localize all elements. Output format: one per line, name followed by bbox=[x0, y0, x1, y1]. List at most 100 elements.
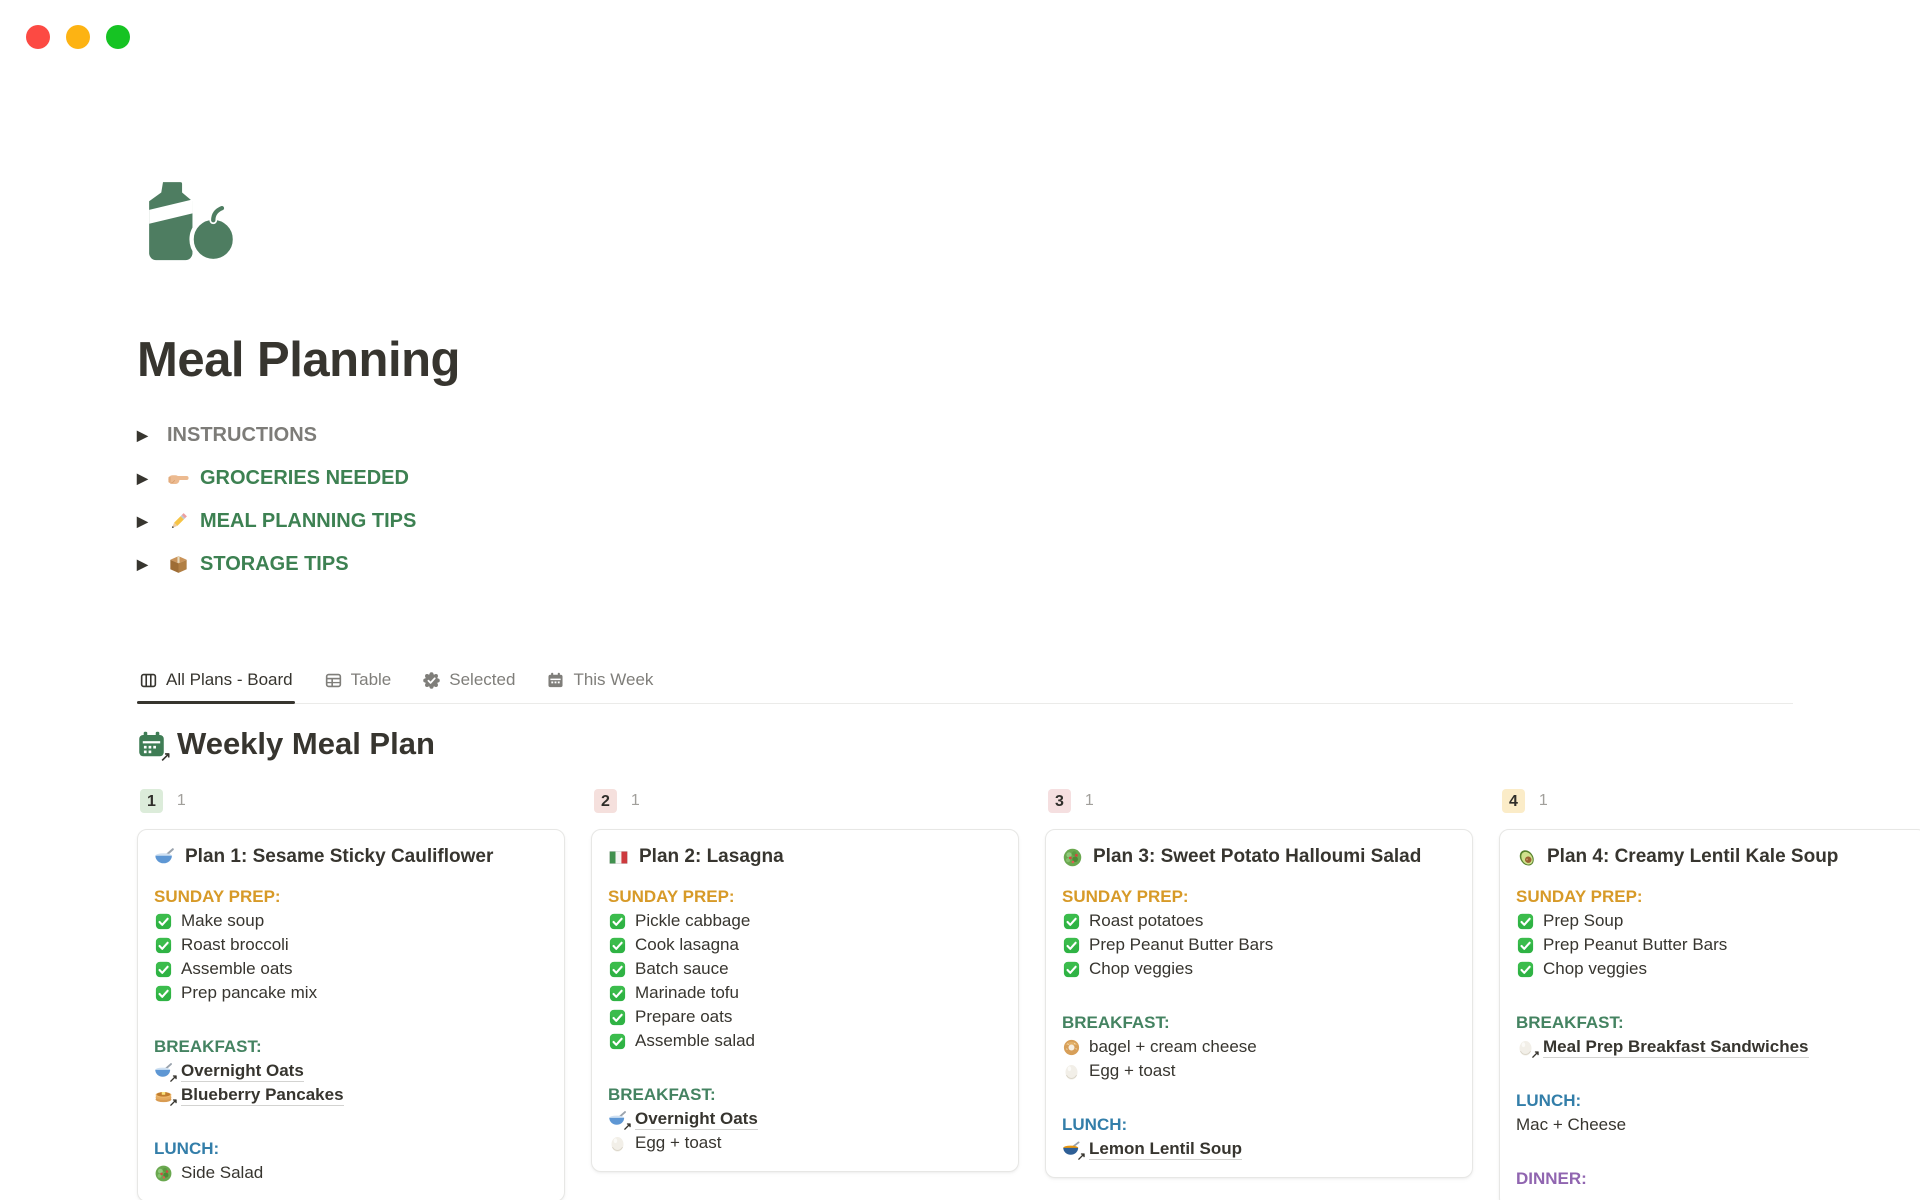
page-link-arrow-icon: ↗ bbox=[1077, 1152, 1086, 1163]
zoom-window-button[interactable] bbox=[106, 25, 130, 49]
card-title: Plan 2: Lasagna bbox=[639, 843, 784, 871]
toggle-storage-tips[interactable]: ▶STORAGE TIPS bbox=[137, 543, 1920, 586]
card-section-sunday-prep: SUNDAY PREP:Roast potatoesPrep Peanut Bu… bbox=[1062, 885, 1456, 981]
package-box-icon bbox=[167, 553, 190, 576]
kanban-board: 1 1 Plan 1: Sesame Sticky Cauliflower SUNDA… bbox=[137, 788, 1920, 1200]
bowl-spoon-icon bbox=[154, 847, 175, 868]
board-title-row[interactable]: ↗ Weekly Meal Plan bbox=[137, 726, 1920, 762]
toggle-triangle-icon[interactable]: ▶ bbox=[137, 427, 167, 444]
page-link-text[interactable]: Blueberry Pancakes bbox=[181, 1084, 344, 1106]
page-title: Meal Planning bbox=[137, 332, 1920, 388]
item-text: Chop veggies bbox=[1543, 959, 1647, 979]
column-badge[interactable]: 3 bbox=[1048, 789, 1071, 813]
pointing-hand-icon bbox=[167, 467, 190, 490]
minimize-window-button[interactable] bbox=[66, 25, 90, 49]
item-text: Prep pancake mix bbox=[181, 983, 317, 1003]
tab-label: Selected bbox=[449, 670, 515, 690]
section-label: BREAKFAST: bbox=[1062, 1011, 1456, 1035]
card-item: Prep Soup bbox=[1516, 909, 1910, 933]
close-window-button[interactable] bbox=[26, 25, 50, 49]
card-section-dinner: DINNER: bbox=[1516, 1167, 1910, 1191]
board-title: Weekly Meal Plan bbox=[177, 726, 435, 762]
column-count: 1 bbox=[1085, 792, 1094, 810]
tab-all-plans-board[interactable]: All Plans - Board bbox=[137, 664, 295, 703]
pencil-icon bbox=[167, 510, 190, 533]
item-text: Side Salad bbox=[181, 1163, 263, 1183]
page-link-text[interactable]: Meal Prep Breakfast Sandwiches bbox=[1543, 1036, 1809, 1058]
column-badge[interactable]: 4 bbox=[1502, 789, 1525, 813]
column-badge[interactable]: 2 bbox=[594, 789, 617, 813]
toggle-instructions[interactable]: ▶INSTRUCTIONS bbox=[137, 414, 1920, 457]
section-label: SUNDAY PREP: bbox=[1062, 885, 1456, 909]
check-icon bbox=[154, 960, 173, 979]
green-salad-icon bbox=[154, 1164, 173, 1183]
tab-table[interactable]: Table bbox=[322, 664, 394, 703]
check-icon bbox=[154, 984, 173, 1003]
check-icon bbox=[1516, 960, 1535, 979]
toggle-triangle-icon[interactable]: ▶ bbox=[137, 470, 167, 487]
check-icon bbox=[1516, 912, 1535, 931]
calendar-icon bbox=[546, 671, 565, 690]
card-title: Plan 4: Creamy Lentil Kale Soup bbox=[1547, 843, 1838, 871]
tab-label: Table bbox=[351, 670, 392, 690]
card-section-sunday-prep: SUNDAY PREP:Make soupRoast broccoliAssem… bbox=[154, 885, 548, 1005]
item-text: Roast broccoli bbox=[181, 935, 289, 955]
card-section-breakfast: BREAKFAST:↗Overnight Oats↗Blueberry Panc… bbox=[154, 1035, 548, 1107]
egg-icon: ↗ bbox=[1516, 1038, 1535, 1057]
italy-flag-icon bbox=[608, 847, 629, 868]
toggle-label: INSTRUCTIONS bbox=[167, 424, 317, 447]
card-item: Mac + Cheese bbox=[1516, 1113, 1910, 1137]
check-icon bbox=[608, 1008, 627, 1027]
check-icon bbox=[154, 936, 173, 955]
tab-label: All Plans - Board bbox=[166, 670, 293, 690]
grocery-jug-apple-icon[interactable] bbox=[137, 176, 241, 268]
card-item-link: ↗Blueberry Pancakes bbox=[154, 1083, 548, 1107]
bowl-spoon-icon: ↗ bbox=[154, 1062, 173, 1081]
card-item: Prep Peanut Butter Bars bbox=[1516, 933, 1910, 957]
toggle-triangle-icon[interactable]: ▶ bbox=[137, 513, 167, 530]
page-link-text[interactable]: Overnight Oats bbox=[181, 1060, 304, 1082]
toggle-groceries-needed[interactable]: ▶ GROCERIES NEEDED bbox=[137, 457, 1920, 500]
card-section-sunday-prep: SUNDAY PREP:Pickle cabbageCook lasagnaBa… bbox=[608, 885, 1002, 1053]
bagel-icon bbox=[1062, 1038, 1081, 1057]
check-icon bbox=[1062, 912, 1081, 931]
column-badge[interactable]: 1 bbox=[140, 789, 163, 813]
item-text: Assemble oats bbox=[181, 959, 293, 979]
card-item: Prep Peanut Butter Bars bbox=[1062, 933, 1456, 957]
card-item: Assemble salad bbox=[608, 1029, 1002, 1053]
item-text: Chop veggies bbox=[1089, 959, 1193, 979]
page-link-text[interactable]: Lemon Lentil Soup bbox=[1089, 1138, 1242, 1160]
item-text: bagel + cream cheese bbox=[1089, 1037, 1257, 1057]
card-item-link: ↗ Overnight Oats bbox=[154, 1059, 548, 1083]
card-item: Egg + toast bbox=[608, 1131, 1002, 1155]
card-item: Roast potatoes bbox=[1062, 909, 1456, 933]
page-link-text[interactable]: Overnight Oats bbox=[635, 1108, 758, 1130]
toggle-meal-planning-tips[interactable]: ▶ MEAL PLANNING TIPS bbox=[137, 500, 1920, 543]
toggle-label: GROCERIES NEEDED bbox=[200, 467, 409, 490]
badge-check-icon bbox=[422, 671, 441, 690]
item-text: Prepare oats bbox=[635, 1007, 732, 1027]
check-icon bbox=[1516, 936, 1535, 955]
section-label: BREAKFAST: bbox=[608, 1083, 1002, 1107]
page: Meal Planning ▶INSTRUCTIONS▶GROCERIES NE… bbox=[0, 176, 1920, 1200]
toggle-triangle-icon[interactable]: ▶ bbox=[137, 556, 167, 573]
calendar-link-icon: ↗ bbox=[137, 730, 166, 759]
tab-selected[interactable]: Selected bbox=[420, 664, 517, 703]
item-text: Roast potatoes bbox=[1089, 911, 1203, 931]
card-section-sunday-prep: SUNDAY PREP:Prep SoupPrep Peanut Butter … bbox=[1516, 885, 1910, 981]
card-section-breakfast: BREAKFAST:↗Meal Prep Breakfast Sandwiche… bbox=[1516, 1011, 1910, 1059]
check-icon bbox=[154, 912, 173, 931]
toggle-label: MEAL PLANNING TIPS bbox=[200, 510, 416, 533]
view-tab-bar: All Plans - Board Table Selected This Week bbox=[137, 664, 1793, 704]
tab-this-week[interactable]: This Week bbox=[544, 664, 655, 703]
item-text: Egg + toast bbox=[1089, 1061, 1175, 1081]
card-plan-4-creamy-lentil-kale-soup[interactable]: Plan 4: Creamy Lentil Kale Soup SUNDAY PR… bbox=[1499, 829, 1920, 1200]
card-plan-2-lasagna[interactable]: Plan 2: Lasagna SUNDAY PREP:Pickle cabbag… bbox=[591, 829, 1019, 1172]
card-plan-1-sesame-sticky-cauliflower[interactable]: Plan 1: Sesame Sticky Cauliflower SUNDAY … bbox=[137, 829, 565, 1200]
card-item: Side Salad bbox=[154, 1161, 548, 1185]
card-section-lunch: LUNCH:↗Lemon Lentil Soup bbox=[1062, 1113, 1456, 1161]
card-item: Cook lasagna bbox=[608, 933, 1002, 957]
card-title-row: Plan 1: Sesame Sticky Cauliflower bbox=[154, 843, 548, 871]
card-plan-3-sweet-potato-halloumi-salad[interactable]: Plan 3: Sweet Potato Halloumi SaladSUNDA… bbox=[1045, 829, 1473, 1178]
section-label: SUNDAY PREP: bbox=[154, 885, 548, 909]
